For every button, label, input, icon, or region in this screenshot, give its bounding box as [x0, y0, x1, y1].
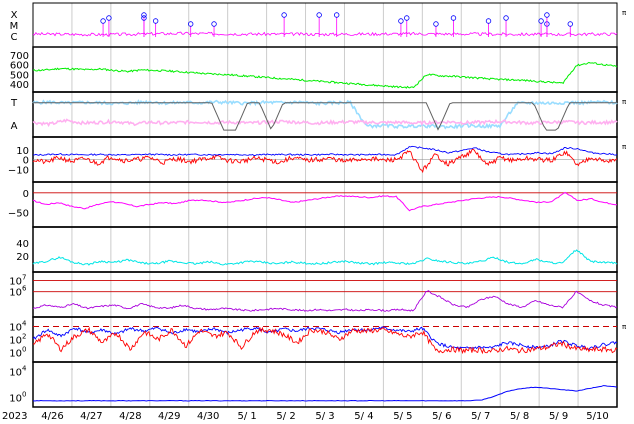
x-tick-label: 5/ 3	[315, 411, 334, 422]
sector-series-line	[32, 118, 618, 128]
y-tick-exponent: 7	[22, 274, 26, 282]
y-tick-label: 10	[9, 277, 22, 288]
flare-marker	[404, 15, 410, 21]
y-tick-label: 400	[10, 80, 29, 91]
sector-series-line	[33, 102, 617, 131]
bt-series-line	[32, 145, 618, 157]
y-tick-label: 40	[16, 239, 29, 250]
y-tick-label: 20	[16, 252, 29, 263]
x-tick-label: 4/26	[41, 411, 63, 422]
x-tick-label: 5/ 5	[393, 411, 412, 422]
flare-marker	[433, 21, 439, 27]
panel-frame	[32, 181, 618, 228]
panel-frame	[32, 91, 618, 138]
y-tick-label: 10	[9, 288, 22, 299]
x-tick-label: 5/ 1	[237, 411, 256, 422]
year-label: 2023	[2, 411, 27, 422]
y-tick-label: 10	[9, 394, 22, 405]
flare-marker	[333, 12, 340, 18]
flare-marker	[503, 15, 509, 21]
flare-marker	[281, 12, 287, 18]
flare-class-label: C	[11, 32, 18, 43]
y-tick-exponent: 4	[22, 365, 27, 373]
speed-series-line	[32, 61, 618, 89]
flare-marker	[152, 18, 159, 24]
side-mark: π	[622, 9, 627, 17]
x-tick-label: 5/10	[586, 411, 608, 422]
x-tick-label: 4/27	[80, 411, 102, 422]
x-tick-label: 5/ 2	[276, 411, 295, 422]
y-tick-label: 10	[9, 336, 22, 347]
bz-series-line	[32, 148, 618, 174]
flare-marker	[398, 18, 404, 24]
y-tick-exponent: 6	[22, 285, 27, 293]
high-energy-series-line	[32, 385, 618, 402]
y-tick-label: −10	[8, 165, 29, 176]
electron-series-line	[32, 290, 618, 312]
flare-class-label: X	[11, 10, 18, 21]
flare-xray-line	[32, 31, 618, 37]
x-tick-label: 4/30	[197, 411, 219, 422]
x-tick-label: 4/28	[119, 411, 141, 422]
density-series-line	[32, 249, 618, 266]
flare-marker	[316, 12, 322, 18]
y-tick-exponent: 0	[22, 346, 26, 354]
y-tick-label: 10	[9, 349, 22, 360]
side-mark: π	[622, 323, 627, 331]
x-tick-label: 4/29	[158, 411, 180, 422]
flare-marker	[544, 12, 550, 18]
y-tick-exponent: 2	[22, 333, 26, 341]
chart-canvas: 2023 4/26 4/27 4/28 4/29 4/30 5/ 1 5/ 2 5/ 3 5/ 4…	[2, 2, 627, 422]
flare-marker	[485, 18, 492, 24]
flare-marker	[211, 21, 217, 27]
side-mark: π	[622, 98, 627, 106]
side-mark: π	[622, 143, 627, 151]
x-tick-label: 5/ 7	[471, 411, 490, 422]
x-tick-label: 5/ 6	[432, 411, 451, 422]
flare-marker	[567, 21, 573, 27]
y-tick-label: 0	[23, 189, 29, 200]
y-tick-label: −50	[8, 208, 29, 219]
sector-label-toward: T	[10, 98, 18, 109]
panel-frame	[32, 226, 618, 273]
dst-series-line	[32, 191, 618, 212]
y-tick-label: 10	[9, 323, 22, 334]
panel-frame	[32, 2, 618, 48]
x-tick-label: 5/ 9	[549, 411, 568, 422]
space-weather-chart: 2023 4/26 4/27 4/28 4/29 4/30 5/ 1 5/ 2 5/ 3 5/ 4…	[0, 0, 634, 424]
flare-marker	[450, 15, 457, 21]
flare-class-label: M	[10, 21, 19, 32]
flare-marker	[100, 18, 106, 24]
y-tick-label: 10	[9, 368, 22, 379]
sector-label-away: A	[11, 121, 18, 132]
y-tick-exponent: 0	[22, 391, 26, 399]
x-tick-label: 5/ 8	[510, 411, 529, 422]
panel-frame	[32, 46, 618, 93]
x-tick-label: 5/ 4	[354, 411, 373, 422]
y-tick-exponent: 4	[22, 320, 27, 328]
